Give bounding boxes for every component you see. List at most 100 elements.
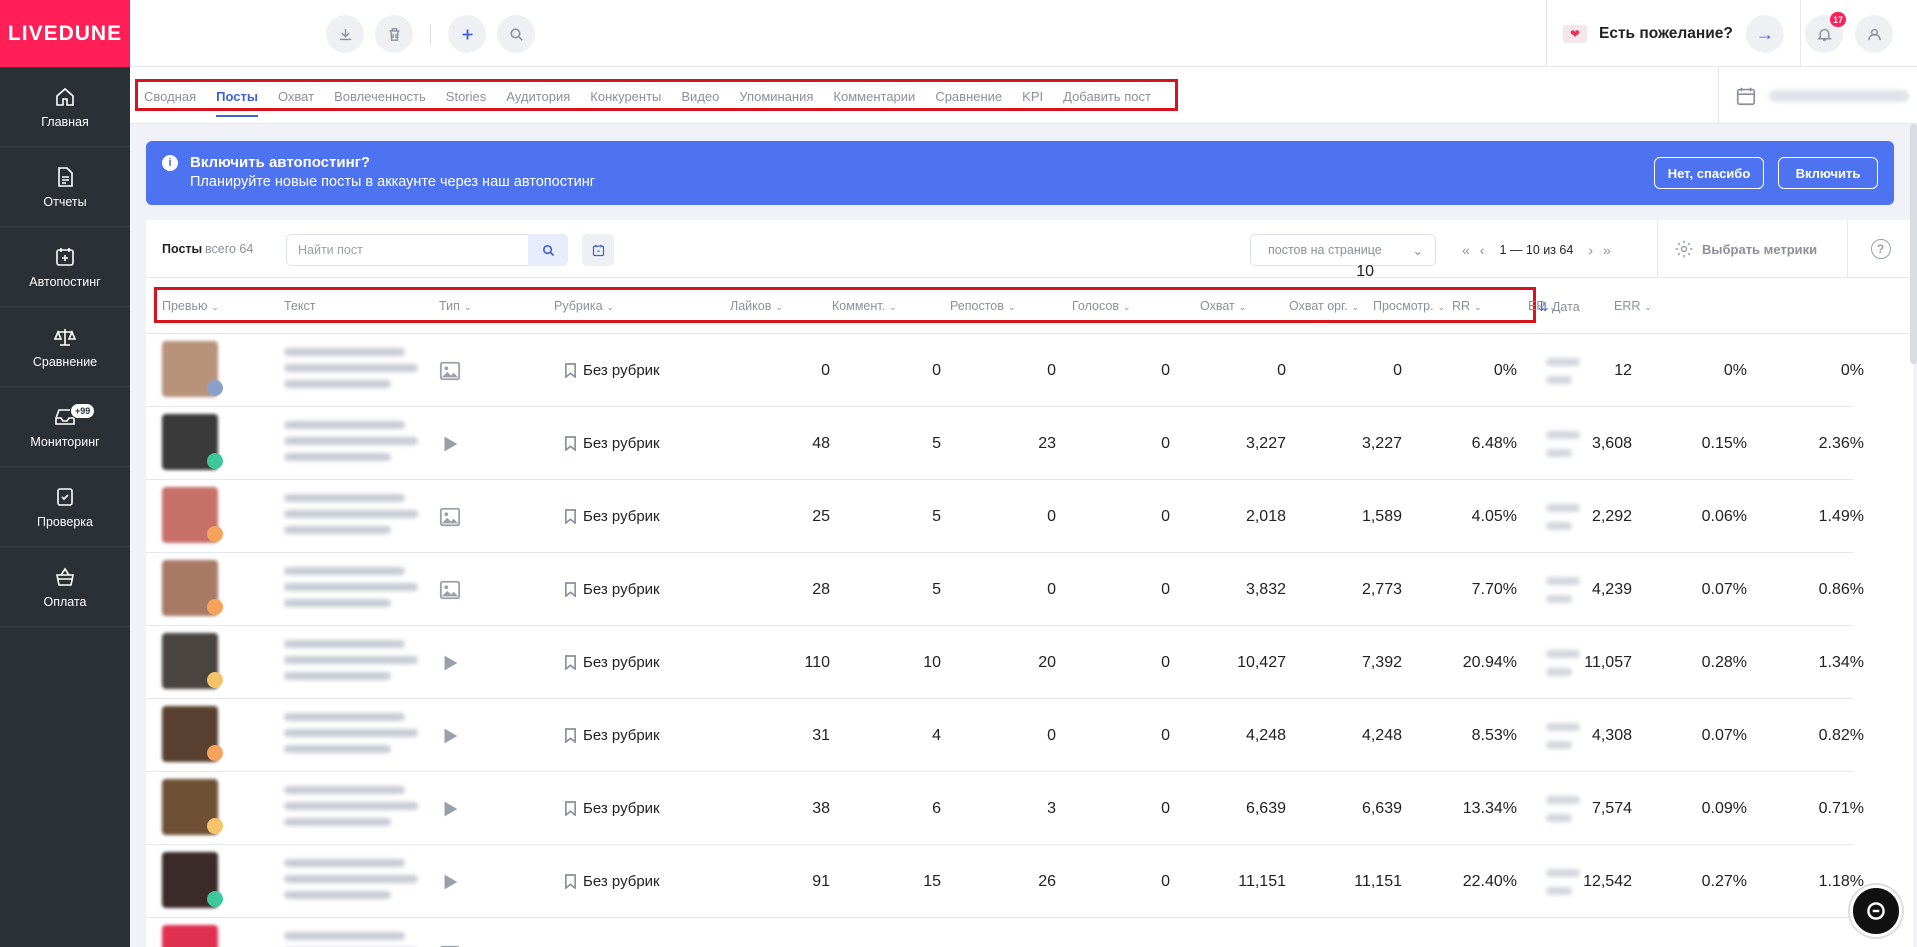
- col-reach-org[interactable]: Охват орг. ⌄: [1289, 299, 1359, 313]
- tab-engagement[interactable]: Вовлеченность: [334, 89, 426, 104]
- trash-icon: [389, 27, 399, 41]
- tab-competitors[interactable]: Конкуренты: [590, 89, 661, 104]
- download-icon: [339, 28, 351, 40]
- cell-rr: 4.05%: [1471, 508, 1517, 525]
- rubric-tag[interactable]: Без рубрик: [564, 727, 660, 744]
- post-thumbnail[interactable]: [162, 925, 218, 947]
- rubric-tag[interactable]: Без рубрик: [564, 435, 660, 452]
- table-row[interactable]: [146, 918, 1853, 947]
- download-button[interactable]: [326, 15, 364, 53]
- enable-button[interactable]: Включить: [1778, 157, 1878, 189]
- sidebar-item-compare[interactable]: Сравнение: [0, 307, 130, 387]
- tab-comparison[interactable]: Сравнение: [935, 89, 1002, 104]
- post-date-blurred: [1546, 504, 1580, 512]
- add-button[interactable]: [448, 15, 486, 53]
- col-err[interactable]: ERR ⌄: [1614, 299, 1652, 313]
- table-row[interactable]: Без рубрик 38 6 3 0 6,639 6,639 13.34% 7,574 0.09…: [146, 772, 1864, 845]
- autoposting-banner: i Включить автопостинг? Планируйте новые…: [146, 141, 1894, 205]
- delete-button[interactable]: [375, 15, 413, 53]
- cell-err: 2.36%: [1818, 435, 1864, 452]
- rubric-tag[interactable]: Без рубрик: [564, 654, 660, 671]
- search-input[interactable]: Найти пост: [298, 243, 363, 257]
- notification-count: 17: [1829, 12, 1846, 27]
- first-page-icon[interactable]: «: [1462, 242, 1470, 258]
- tab-comments[interactable]: Комментарии: [833, 89, 915, 104]
- last-page-icon[interactable]: »: [1603, 242, 1611, 258]
- scrollbar[interactable]: [1910, 124, 1917, 364]
- rubric-tag[interactable]: Без рубрик: [564, 800, 660, 817]
- sidebar-item-reports[interactable]: Отчеты: [0, 147, 130, 227]
- col-rr[interactable]: RR ⌄: [1452, 299, 1482, 313]
- chat-button[interactable]: [1850, 885, 1902, 937]
- col-er[interactable]: ER ⌄: [1528, 299, 1557, 313]
- bookmark-icon: [565, 436, 576, 451]
- wish-panel[interactable]: ❤ Есть пожелание? →: [1546, 0, 1801, 67]
- logo[interactable]: LIVEDUNE: [0, 0, 130, 67]
- post-time-blurred: [1546, 814, 1572, 822]
- tab-summary[interactable]: Сводная: [144, 89, 196, 104]
- search-field[interactable]: Найти пост: [286, 234, 568, 266]
- tab-video[interactable]: Видео: [681, 89, 719, 104]
- date-range-picker[interactable]: [1718, 67, 1917, 124]
- tab-audience[interactable]: Аудитория: [506, 89, 570, 104]
- rubric-label: Без рубрик: [583, 654, 660, 671]
- post-text-blurred: [284, 713, 418, 761]
- rubric-tag[interactable]: Без рубрик: [564, 873, 660, 890]
- tabs-bar: Сводная Посты Охват Вовлеченность Storie…: [130, 67, 1917, 124]
- tab-reach[interactable]: Охват: [278, 89, 314, 104]
- next-page-icon[interactable]: ›: [1588, 242, 1593, 258]
- tab-kpi[interactable]: KPI: [1022, 89, 1043, 104]
- tab-list: Сводная Посты Охват Вовлеченность Storie…: [144, 89, 1151, 117]
- col-reach[interactable]: Охват ⌄: [1200, 299, 1246, 313]
- post-date-blurred: [1546, 358, 1580, 366]
- calendar-filter-button[interactable]: [582, 234, 614, 266]
- sidebar-item-payment[interactable]: Оплата: [0, 547, 130, 627]
- table-row[interactable]: Без рубрик 0 0 0 0 0 0 0% 12 0% 0%: [146, 334, 1864, 407]
- table-row[interactable]: Без рубрик 110 10 20 0 10,427 7,392 20.94% 11,05…: [146, 626, 1864, 699]
- rubric-tag[interactable]: Без рубрик: [564, 508, 660, 525]
- table-row[interactable]: Без рубрик 91 15 26 0 11,151 11,151 22.40% 12,54…: [146, 845, 1864, 918]
- col-type[interactable]: Тип ⌄: [439, 299, 471, 313]
- cell-likes: 0: [821, 362, 830, 379]
- post-status-icon: [207, 599, 223, 615]
- table-row[interactable]: Без рубрик 48 5 23 0 3,227 3,227 6.48% 3,608 0.15…: [146, 407, 1864, 480]
- col-rubric[interactable]: Рубрика ⌄: [554, 299, 614, 313]
- decline-button[interactable]: Нет, спасибо: [1654, 157, 1764, 189]
- sidebar-item-check[interactable]: Проверка: [0, 467, 130, 547]
- rubric-tag[interactable]: Без рубрик: [564, 581, 660, 598]
- arrow-right-icon[interactable]: →: [1746, 15, 1784, 53]
- rubric-tag[interactable]: Без рубрик: [564, 362, 660, 379]
- per-page-select[interactable]: 10 постов на странице ⌄: [1250, 234, 1436, 280]
- col-reposts[interactable]: Репостов ⌄: [950, 299, 1015, 313]
- cell-reach: 0: [1277, 362, 1286, 379]
- post-time-blurred: [1546, 741, 1572, 749]
- post-text-blurred: [284, 567, 418, 615]
- search-submit-button[interactable]: [528, 234, 568, 266]
- sidebar-item-autoposting[interactable]: Автопостинг: [0, 227, 130, 307]
- col-views[interactable]: Просмотр. ⌄: [1373, 299, 1445, 313]
- table-row[interactable]: Без рубрик 28 5 0 0 3,832 2,773 7.70% 4,239 0.07%…: [146, 553, 1864, 626]
- table-row[interactable]: Без рубрик 31 4 0 0 4,248 4,248 8.53% 4,308 0.07%…: [146, 699, 1864, 772]
- tab-mentions[interactable]: Упоминания: [739, 89, 813, 104]
- choose-metrics-button[interactable]: Выбрать метрики: [1657, 220, 1847, 278]
- sidebar-item-monitoring[interactable]: +99 Мониторинг: [0, 387, 130, 467]
- col-preview[interactable]: Превью ⌄: [162, 299, 219, 313]
- search-button[interactable]: [497, 15, 535, 53]
- col-votes[interactable]: Голосов ⌄: [1072, 299, 1131, 313]
- post-text-blurred: [284, 640, 418, 688]
- cell-er: 0.07%: [1701, 581, 1747, 598]
- cell-rr: 0%: [1493, 362, 1517, 379]
- help-button[interactable]: ?: [1847, 220, 1913, 278]
- sidebar-item-home[interactable]: Главная: [0, 67, 130, 147]
- tab-stories[interactable]: Stories: [446, 89, 486, 104]
- col-likes[interactable]: Лайков ⌄: [730, 299, 783, 313]
- tab-add-post[interactable]: Добавить пост: [1063, 89, 1151, 104]
- table-row[interactable]: Без рубрик 25 5 0 0 2,018 1,589 4.05% 2,292 0.06%…: [146, 480, 1864, 553]
- user-menu-button[interactable]: [1855, 15, 1893, 53]
- chat-icon: [1867, 902, 1885, 920]
- notifications-button[interactable]: 17: [1805, 12, 1846, 53]
- cell-likes: 91: [812, 873, 830, 890]
- col-comments[interactable]: Коммент. ⌄: [832, 299, 897, 313]
- prev-page-icon[interactable]: ‹: [1480, 242, 1485, 258]
- tab-posts[interactable]: Посты: [216, 89, 258, 117]
